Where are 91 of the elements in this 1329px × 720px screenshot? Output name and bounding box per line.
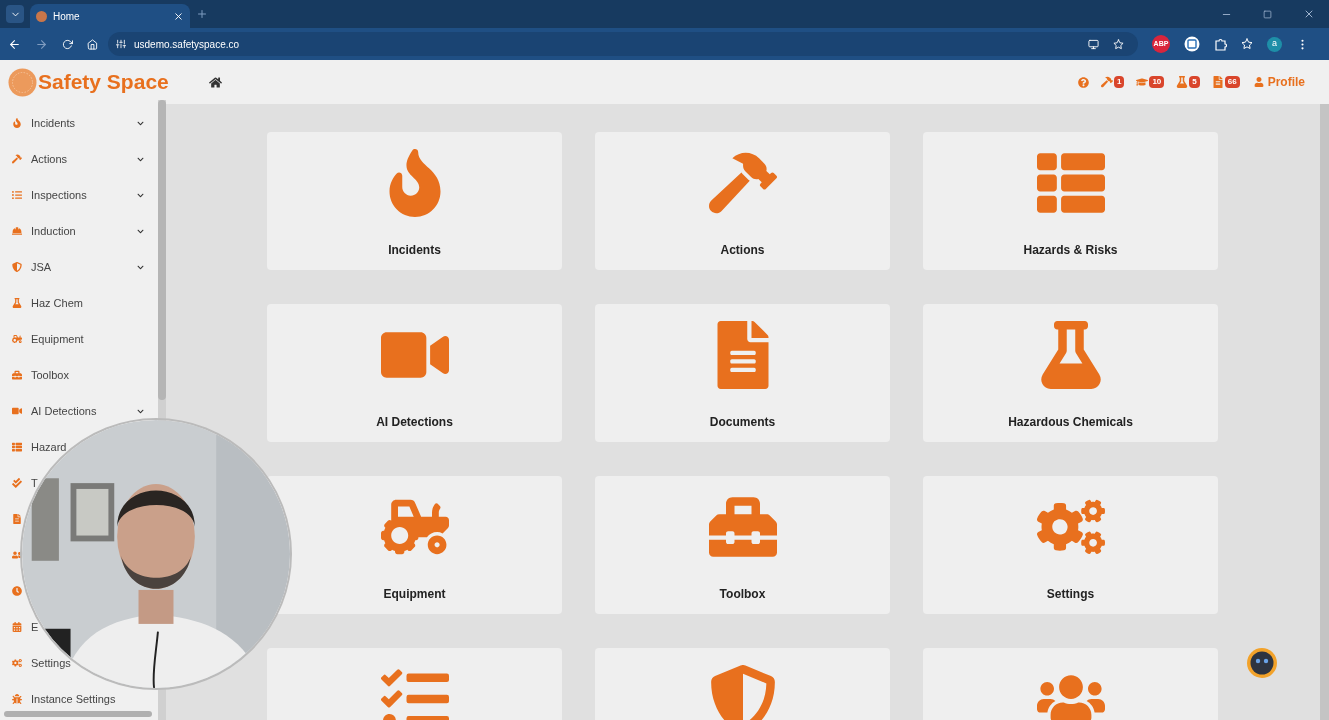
chevron-icon (137, 407, 144, 415)
puzzle-icon[interactable] (1214, 37, 1227, 51)
gears-icon (12, 658, 22, 668)
home-icon[interactable] (208, 75, 222, 89)
address-field[interactable]: usdemo.safetyspace.co (108, 32, 1138, 56)
shield-icon (12, 262, 22, 272)
module-card[interactable]: Actions (595, 132, 890, 270)
sidebar-item[interactable]: Instance Settings (31, 690, 116, 708)
chevron-icon (137, 155, 144, 163)
sidebar-item[interactable]: Hazard (31, 438, 67, 456)
extension-icon[interactable] (1184, 36, 1200, 52)
sidebar-item[interactable]: Incidents (31, 114, 144, 132)
flask-icon[interactable] (1176, 76, 1189, 88)
module-card[interactable]: AI Detections (267, 304, 562, 442)
chevron-icon (137, 191, 144, 199)
count-badge: 66 (1224, 76, 1240, 88)
count-badge: 1 (1113, 76, 1125, 88)
card-title: Actions (720, 242, 765, 259)
sidebar-item[interactable]: Toolbox (31, 366, 69, 384)
sidebar-item[interactable]: JSA (31, 258, 144, 276)
scrollbar-thumb[interactable] (158, 100, 166, 400)
sidebar-item[interactable]: Inspections (31, 186, 144, 204)
module-card[interactable]: Incidents (267, 132, 562, 270)
favorites-icon[interactable] (1241, 38, 1253, 50)
chevron-icon (137, 227, 144, 235)
sidebar-item[interactable]: Actions (31, 150, 144, 168)
chatbot-icon[interactable] (1246, 647, 1278, 679)
new-tab-icon[interactable] (196, 8, 208, 20)
module-card[interactable]: Hazards & Risks (923, 132, 1218, 270)
graduation-cap-icon[interactable] (1136, 76, 1149, 88)
flask-icon (12, 298, 22, 308)
install-icon[interactable] (1088, 38, 1099, 50)
sidebar-item[interactable]: T (31, 474, 38, 492)
card-title: Equipment (383, 586, 446, 603)
hammer-icon (12, 154, 22, 164)
favicon-icon (36, 10, 47, 22)
card-title: Toolbox (719, 586, 766, 603)
profile-avatar[interactable]: a (1267, 36, 1282, 52)
restore-icon[interactable] (1263, 9, 1272, 19)
browser-tab[interactable]: Home (30, 4, 190, 28)
chevron-icon (137, 119, 144, 127)
table-icon (12, 442, 22, 452)
shield-icon (708, 665, 777, 720)
sidebar-item[interactable]: Equipment (31, 330, 84, 348)
people-icon (12, 550, 22, 560)
forward-icon[interactable] (35, 37, 48, 51)
document-icon[interactable] (1211, 76, 1224, 88)
card-title: Hazards & Risks (1023, 242, 1118, 259)
sidebar-item[interactable]: Induction (31, 222, 144, 240)
bug-icon (12, 694, 22, 704)
card-title: AI Detections (376, 414, 453, 431)
card-title: Incidents (388, 242, 441, 259)
chevron-icon (137, 263, 144, 271)
module-card[interactable]: Toolbox (595, 476, 890, 614)
user-icon (1253, 77, 1264, 87)
card-title: Hazardous Chemicals (1008, 414, 1133, 431)
count-badge: 5 (1189, 76, 1200, 88)
list-icon (12, 190, 22, 200)
reload-icon[interactable] (62, 38, 73, 50)
sidebar-item[interactable]: Settings (31, 654, 71, 672)
card-title: Documents (709, 414, 776, 431)
tab-title: Home (53, 9, 81, 24)
module-card[interactable]: Hazardous Chemicals (923, 304, 1218, 442)
home-icon[interactable] (87, 38, 98, 50)
close-window-icon[interactable] (1303, 8, 1315, 20)
double-check-icon (12, 478, 22, 488)
logo-icon (8, 67, 37, 97)
hard-hat-icon (12, 226, 22, 236)
tab-list-button[interactable] (6, 5, 24, 23)
toolbox-icon (12, 370, 22, 380)
hammer-icon[interactable] (1100, 76, 1113, 88)
sidebar-item[interactable]: Haz Chem (31, 294, 83, 312)
clock-icon (12, 586, 22, 596)
module-card[interactable]: Documents (595, 304, 890, 442)
calendar-icon (12, 622, 22, 632)
back-icon[interactable] (8, 37, 21, 51)
card-title: Settings (1046, 586, 1095, 603)
sidebar-item[interactable]: E (31, 618, 39, 636)
module-card[interactable]: Settings (923, 476, 1218, 614)
document-icon (12, 514, 22, 524)
site-settings-icon[interactable] (116, 39, 126, 49)
fire-icon (12, 118, 22, 128)
bookmark-star-icon[interactable] (1113, 38, 1124, 50)
close-icon[interactable] (173, 10, 184, 22)
help-icon[interactable] (1077, 76, 1089, 88)
tractor-icon (12, 334, 22, 344)
count-badge: 10 (1149, 76, 1165, 88)
video-camera-icon (12, 406, 22, 416)
module-card[interactable]: Equipment (267, 476, 562, 614)
sidebar-item[interactable]: AI Detections (31, 402, 144, 420)
url-text: usdemo.safetyspace.co (134, 37, 241, 52)
